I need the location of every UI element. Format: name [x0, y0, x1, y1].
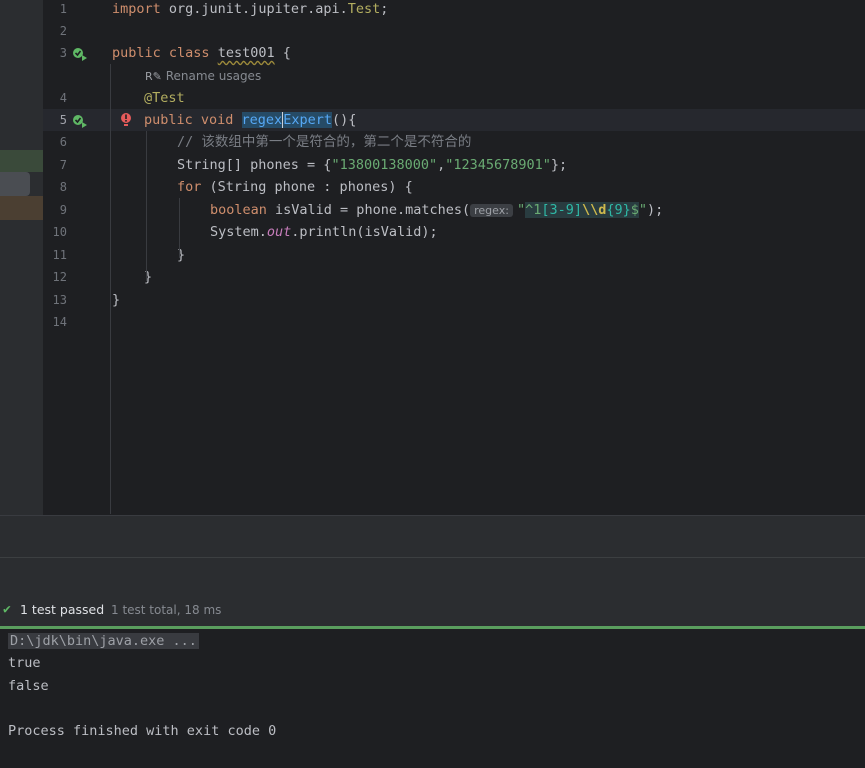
code-line-2[interactable]: 2 [43, 20, 865, 42]
console-output-line: false [8, 678, 49, 694]
code-line-5[interactable]: 5 public void regexExpert(){ [43, 109, 865, 131]
indent-guide [146, 131, 147, 281]
console-output-line: true [8, 655, 41, 671]
console-exit-line: Process finished with exit code 0 [8, 723, 277, 739]
code-text[interactable]: // 该数组中第一个是符合的，第二个是不符合的 [177, 131, 471, 153]
test-results-bar[interactable]: ✔ 1 test passed 1 test total, 18 ms [0, 594, 865, 629]
code-line-6[interactable]: 6 // 该数组中第一个是符合的，第二个是不符合的 [43, 131, 865, 153]
code-editor[interactable]: 1 import org.junit.jupiter.api.Test; 2 3… [43, 0, 865, 515]
tool-window-header [0, 557, 865, 595]
line-number: 12 [52, 270, 67, 284]
code-text[interactable]: boolean isValid = phone.matches(regex: "^… [210, 199, 663, 222]
code-line-12[interactable]: 12 } [43, 266, 865, 288]
line-number: 7 [59, 158, 67, 172]
parameter-hint: regex: [470, 204, 513, 217]
code-line-11[interactable]: 11 } [43, 244, 865, 266]
test-summary: 1 test total, 18 ms [111, 603, 222, 617]
code-line-14[interactable]: 14 [43, 311, 865, 333]
code-line-13[interactable]: 13 } [43, 289, 865, 311]
editor-bottom-panel [0, 515, 865, 558]
line-number: 8 [59, 180, 67, 194]
rename-icon: R✎ [145, 70, 162, 83]
code-text[interactable]: for (String phone : phones) { [177, 176, 413, 198]
console-command-line[interactable]: D:\jdk\bin\java.exe ... [8, 630, 199, 652]
strip-marker-green [0, 150, 43, 172]
code-line-4[interactable]: 4 @Test [43, 87, 865, 109]
code-text[interactable]: @Test [144, 87, 185, 109]
left-tool-strip [0, 0, 43, 515]
code-line-7[interactable]: 7 String[] phones = {"13800138000","1234… [43, 154, 865, 176]
code-text[interactable]: String[] phones = {"13800138000","123456… [177, 154, 567, 176]
line-number: 13 [52, 293, 67, 307]
check-icon: ✔ [3, 602, 11, 617]
code-line-9[interactable]: 9 boolean isValid = phone.matches(regex:… [43, 199, 865, 221]
test-status: 1 test passed [20, 602, 105, 617]
indent-guide [179, 198, 180, 258]
run-test-class-icon[interactable] [72, 46, 87, 61]
code-line-10[interactable]: 10 System.out.println(isValid); [43, 221, 865, 243]
strip-marker-gray[interactable] [0, 172, 30, 196]
line-number: 9 [59, 203, 67, 217]
code-text[interactable]: } [112, 289, 120, 311]
code-text[interactable]: import org.junit.jupiter.api.Test; [112, 0, 388, 20]
code-text[interactable]: public class test001 { [112, 42, 291, 64]
line-number: 3 [59, 46, 67, 60]
code-line-3[interactable]: 3 public class test001 { [43, 42, 865, 64]
line-number: 6 [59, 135, 67, 149]
rename-usages-hint[interactable]: R✎ Rename usages [145, 66, 261, 86]
line-number: 11 [52, 248, 67, 262]
regex-literal[interactable]: ^1[3-9]\\d{9}$ [525, 202, 639, 218]
code-line-1[interactable]: 1 import org.junit.jupiter.api.Test; [43, 0, 865, 20]
code-text[interactable]: System.out.println(isValid); [210, 221, 438, 243]
run-console[interactable]: D:\jdk\bin\java.exe ... true false Proce… [0, 629, 865, 768]
line-number: 4 [59, 91, 67, 105]
line-number: 2 [59, 24, 67, 38]
run-test-method-icon[interactable] [72, 113, 87, 128]
code-text[interactable]: public void regexExpert(){ [144, 109, 356, 131]
line-number: 10 [52, 225, 67, 239]
code-line-8[interactable]: 8 for (String phone : phones) { [43, 176, 865, 198]
line-number: 14 [52, 315, 67, 329]
strip-marker-orange [0, 196, 43, 220]
intention-bulb-icon[interactable] [120, 112, 132, 132]
indent-guide [110, 64, 111, 514]
line-number: 5 [59, 113, 67, 127]
line-number: 1 [59, 2, 67, 16]
